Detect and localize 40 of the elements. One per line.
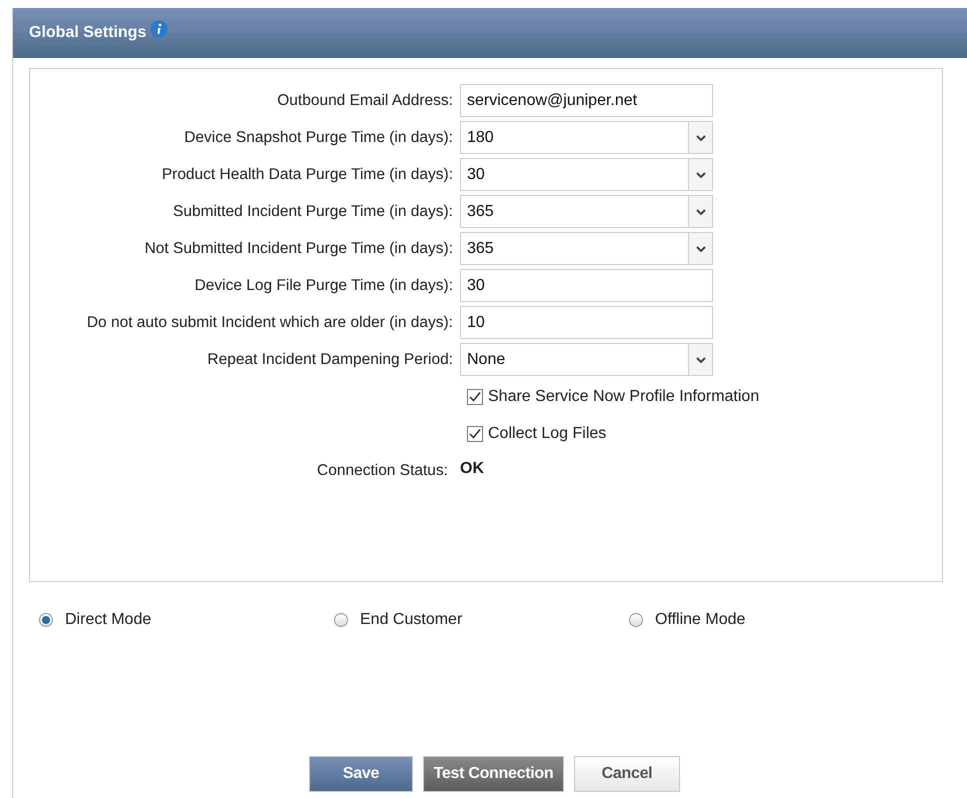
caret-icon xyxy=(696,356,706,362)
caret-icon xyxy=(696,172,706,178)
action-button[interactable]: Test Connection xyxy=(423,756,564,792)
dropdown-value: None xyxy=(466,350,506,370)
dropdown-value: 365 xyxy=(466,238,495,258)
dropdown-value: 180 xyxy=(466,128,495,148)
field-label: Device Snapshot Purge Time (in days): xyxy=(183,128,454,148)
field-label: Repeat Incident Dampening Period: xyxy=(206,350,454,370)
panel-title: Global Settings xyxy=(29,23,146,43)
checkbox-label: Share Service Now Profile Information xyxy=(488,386,760,406)
field-label: Product Health Data Purge Time (in days): xyxy=(160,164,454,185)
dropdown[interactable]: 365 xyxy=(460,232,713,265)
dropdown[interactable]: 180 xyxy=(460,121,713,154)
input-field[interactable]: 30 xyxy=(460,269,713,302)
checkbox-label: Collect Log Files xyxy=(488,424,606,444)
dropdown[interactable]: 30 xyxy=(460,158,713,191)
checkbox[interactable] xyxy=(467,388,483,404)
field-label: Not Submitted Incident Purge Time (in days): xyxy=(144,238,454,259)
field-label: Do not auto submit Incident which are older (in days): xyxy=(86,312,454,333)
status-label: Connection Status: xyxy=(316,460,449,481)
caret-icon xyxy=(696,246,706,252)
action-button[interactable]: Cancel xyxy=(574,756,680,792)
action-button[interactable]: Save xyxy=(309,756,413,792)
caret-icon xyxy=(696,208,706,214)
checkbox[interactable] xyxy=(467,426,483,442)
dropdown-value: 30 xyxy=(466,164,486,184)
field-label: Submitted Incident Purge Time (in days): xyxy=(172,202,454,222)
dropdown[interactable]: None xyxy=(460,343,713,376)
dropdown[interactable]: 365 xyxy=(460,195,713,228)
field-label: Outbound Email Address: xyxy=(276,90,454,111)
info-icon[interactable] xyxy=(150,20,168,38)
field-label: Device Log File Purge Time (in days): xyxy=(194,276,454,296)
radio-option[interactable]: Offline Mode xyxy=(629,608,924,632)
input-field[interactable]: 10 xyxy=(460,306,713,339)
radio-option[interactable]: Direct Mode xyxy=(39,608,334,632)
caret-icon xyxy=(696,134,706,140)
input-field[interactable]: servicenow@juniper.net xyxy=(460,84,713,117)
status-value: OK xyxy=(460,458,484,478)
radio-option[interactable]: End Customer xyxy=(334,608,629,632)
dropdown-value: 365 xyxy=(466,202,495,222)
